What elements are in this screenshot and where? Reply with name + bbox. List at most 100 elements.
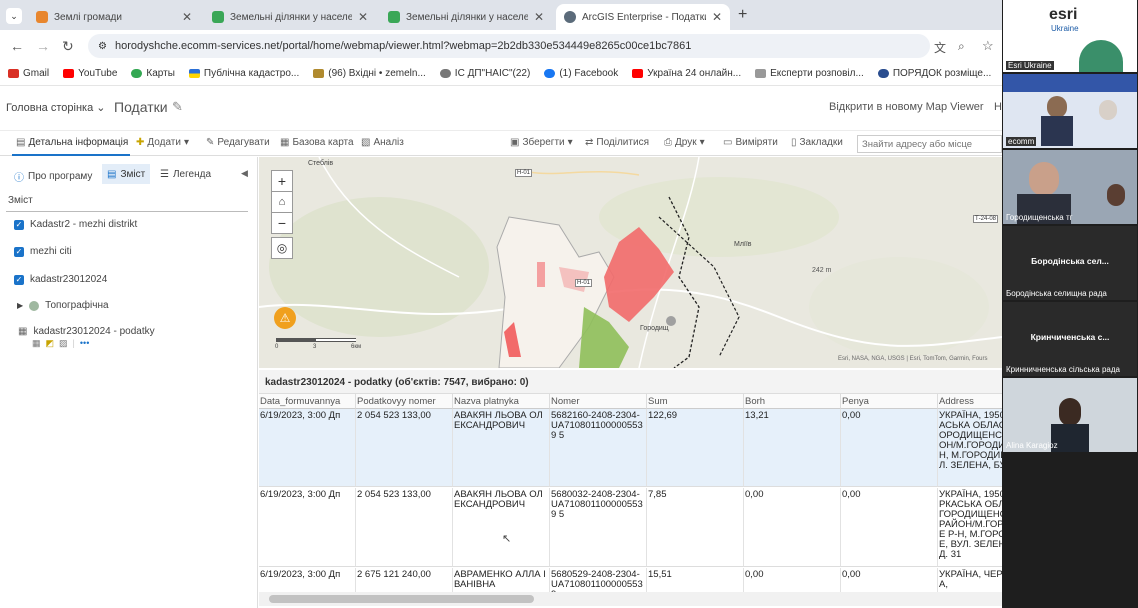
bookmark-cadastral[interactable]: Публічна кадастро...	[188, 68, 299, 79]
table-cell[interactable]: 6/19/2023, 3:00 Дп	[259, 409, 356, 487]
share-button[interactable]: ⇄ Поділитися	[585, 137, 649, 148]
tab-zemelni-2[interactable]: Земельні ділянки у населених ✕	[380, 4, 552, 30]
open-in-new-viewer-link[interactable]: Відкрити в новому Map Viewer	[829, 101, 984, 113]
video-tile-krynychne[interactable]: Кринчиченська с... Кринничненська сільсь…	[1003, 302, 1137, 376]
column-header[interactable]: Sum	[647, 394, 744, 409]
video-tile-ecomm[interactable]: ecomm	[1003, 74, 1137, 148]
url-field[interactable]: ⚙ horodyshche.ecomm-services.net/portal/…	[88, 34, 930, 58]
column-header[interactable]: Address	[938, 394, 1002, 409]
table-cell[interactable]: 6/19/2023, 3:00 Дп	[259, 488, 356, 567]
style-icon[interactable]: ◩	[46, 338, 55, 349]
table-cell[interactable]: 0,00	[744, 488, 841, 567]
tab-zemli-hromady[interactable]: Землі громади ✕	[28, 4, 200, 30]
table-cell[interactable]: 122,69	[647, 409, 744, 487]
video-tile-esri[interactable]: esri Ukraine Esri Ukraine	[1003, 0, 1137, 72]
close-icon[interactable]: ✕	[358, 10, 368, 24]
layer-kadastr2[interactable]: ✓ Kadastr2 - mezhi distrikt	[14, 219, 137, 230]
column-header[interactable]: Penya	[841, 394, 938, 409]
analysis-button[interactable]: ▧ Аналіз	[361, 137, 404, 148]
bookmark-facebook[interactable]: (1) Facebook	[544, 68, 618, 79]
warning-icon[interactable]: ⚠	[274, 307, 296, 329]
table-cell[interactable]: 5682160-2408-2304-UA7108011000005539 5	[550, 409, 647, 487]
tab-arcgis[interactable]: ArcGIS Enterprise - Податки ✕	[556, 4, 730, 30]
table-cell[interactable]: УКРАЇНА, 1950 ЧЕРКАСЬКА ОБЛАСТЬ, ГОРОДИЩ…	[938, 409, 1002, 487]
table-icon[interactable]: ▦	[32, 338, 41, 349]
table-cell[interactable]: АВАКЯН ЛЬОВА ОЛЕКСАНДРОВИЧ	[453, 409, 550, 487]
add-button[interactable]: ✚ Додати ▾	[136, 137, 189, 148]
translate-icon[interactable]: 文	[934, 39, 946, 56]
close-icon[interactable]: ✕	[712, 10, 722, 24]
table-cell[interactable]: 0,00	[841, 488, 938, 567]
bookmark-poriadok[interactable]: ПОРЯДОК розміще...	[877, 68, 991, 79]
column-header[interactable]: Data_formuvannya	[259, 394, 356, 409]
about-tab[interactable]: ⓘ Про програму	[14, 169, 92, 184]
reload-icon[interactable]: ↻	[62, 38, 74, 55]
basemap-button[interactable]: ▦ Базова карта	[280, 137, 354, 148]
column-header[interactable]: Nomer	[550, 394, 647, 409]
bookmark-ukraine24[interactable]: Україна 24 онлайн...	[632, 68, 741, 79]
edit-title-icon[interactable]: ✎	[172, 99, 183, 115]
locate-icon[interactable]: ◎	[271, 237, 293, 259]
layer-kadastr23012024[interactable]: ✓ kadastr23012024	[14, 274, 107, 285]
column-header[interactable]: Nazva platnyka	[453, 394, 550, 409]
bookmark-maps[interactable]: Карты	[131, 68, 175, 79]
table-cell[interactable]: УКРАЇНА, ЧЕРКАСЬКА,	[938, 568, 1002, 592]
bookmarks-button[interactable]: ▯ Закладки	[791, 137, 843, 148]
map-view[interactable]: Стеблів Млїїв Городищ Н-01 Н-01 Т-24-08 …	[259, 157, 1002, 368]
search-input[interactable]	[857, 135, 1002, 153]
table-cell[interactable]: 2 054 523 133,00	[356, 409, 453, 487]
checkbox-icon[interactable]: ✓	[14, 246, 24, 257]
table-cell[interactable]: 15,51	[647, 568, 744, 592]
close-icon[interactable]: ✕	[534, 10, 544, 24]
table-cell[interactable]: 5680032-2408-2304-UA7108011000005539 5	[550, 488, 647, 567]
back-icon[interactable]: ←	[10, 38, 24, 54]
table-cell[interactable]: АВАКЯН ЛЬОВА ОЛЕКСАНДРОВИЧ	[453, 488, 550, 567]
checkbox-icon[interactable]: ✓	[14, 219, 24, 230]
video-tile-horodyshche[interactable]: Городищенська тг	[1003, 150, 1137, 224]
collapse-panel-icon[interactable]: ◀	[241, 168, 248, 179]
expand-icon[interactable]: ▶	[17, 301, 23, 310]
bookmark-experts[interactable]: Експерти розповіл...	[755, 68, 864, 79]
legend-tab[interactable]: ☰ Легенда	[160, 169, 211, 180]
bookmark-gmail[interactable]: Gmail	[8, 68, 49, 79]
table-cell[interactable]: 5680529-2408-2304-UA7108011000005539	[550, 568, 647, 592]
zoom-in-button[interactable]: +	[271, 170, 293, 192]
zoom-icon[interactable]: ⌕	[958, 39, 965, 54]
table-cell[interactable]: 13,21	[744, 409, 841, 487]
video-tile-alina[interactable]: Alina Karagioz	[1003, 378, 1137, 452]
column-header[interactable]: Borh	[744, 394, 841, 409]
table-cell[interactable]: 2 675 121 240,00	[356, 568, 453, 592]
horizontal-scrollbar[interactable]	[259, 592, 1002, 606]
layer-topographic[interactable]: ▶ Топографічна	[17, 300, 109, 311]
checkbox-icon[interactable]: ✓	[14, 274, 24, 285]
table-cell[interactable]: 2 054 523 133,00	[356, 488, 453, 567]
scrollbar-thumb[interactable]	[269, 595, 534, 603]
forward-icon[interactable]: →	[36, 38, 50, 54]
new-tab-icon[interactable]: +	[738, 6, 747, 24]
bookmark-inbox[interactable]: (96) Вхідні • zemeln...	[313, 68, 426, 79]
tab-zemelni-1[interactable]: Земельні ділянки у населених ✕	[204, 4, 376, 30]
table-cell[interactable]: 0,00	[744, 568, 841, 592]
table-cell[interactable]: 0,00	[841, 409, 938, 487]
home-icon[interactable]: ⌂	[271, 191, 293, 213]
layer-table-podatky[interactable]: ▦ kadastr23012024 - podatky	[18, 326, 155, 337]
tab-search-button[interactable]: ⌄	[6, 8, 22, 24]
table-cell[interactable]: УКРАЇНА, 19502, ЧЕРКАСЬКА ОБЛАСТЬ, ГОРОД…	[938, 488, 1002, 567]
details-button[interactable]: ▤ Детальна інформація	[16, 137, 128, 148]
column-header[interactable]: Podatkovyy nomer	[356, 394, 453, 409]
site-settings-icon[interactable]: ⚙	[98, 41, 107, 52]
table-cell[interactable]: 0,00	[841, 568, 938, 592]
close-icon[interactable]: ✕	[182, 10, 192, 24]
measure-button[interactable]: ▭ Виміряти	[723, 137, 778, 148]
star-icon[interactable]: ☆	[982, 38, 994, 54]
bookmark-nais[interactable]: ІС ДП"НАІС"(22)	[439, 68, 530, 79]
video-tile-borodino[interactable]: Бородінська сел... Бородінська селищна р…	[1003, 226, 1137, 300]
table-cell[interactable]: 7,85	[647, 488, 744, 567]
edit-button[interactable]: ✎ Редагувати	[206, 137, 270, 148]
print-button[interactable]: ⎙ Друк ▾	[664, 137, 705, 148]
filter-icon[interactable]: ▨	[59, 338, 68, 349]
table-cell[interactable]: 6/19/2023, 3:00 Дп	[259, 568, 356, 592]
table-cell[interactable]: АВРАМЕНКО АЛЛА ІВАНІВНА	[453, 568, 550, 592]
zoom-out-button[interactable]: −	[271, 212, 293, 234]
layer-mezhi-citi[interactable]: ✓ mezhi citi	[14, 246, 72, 257]
